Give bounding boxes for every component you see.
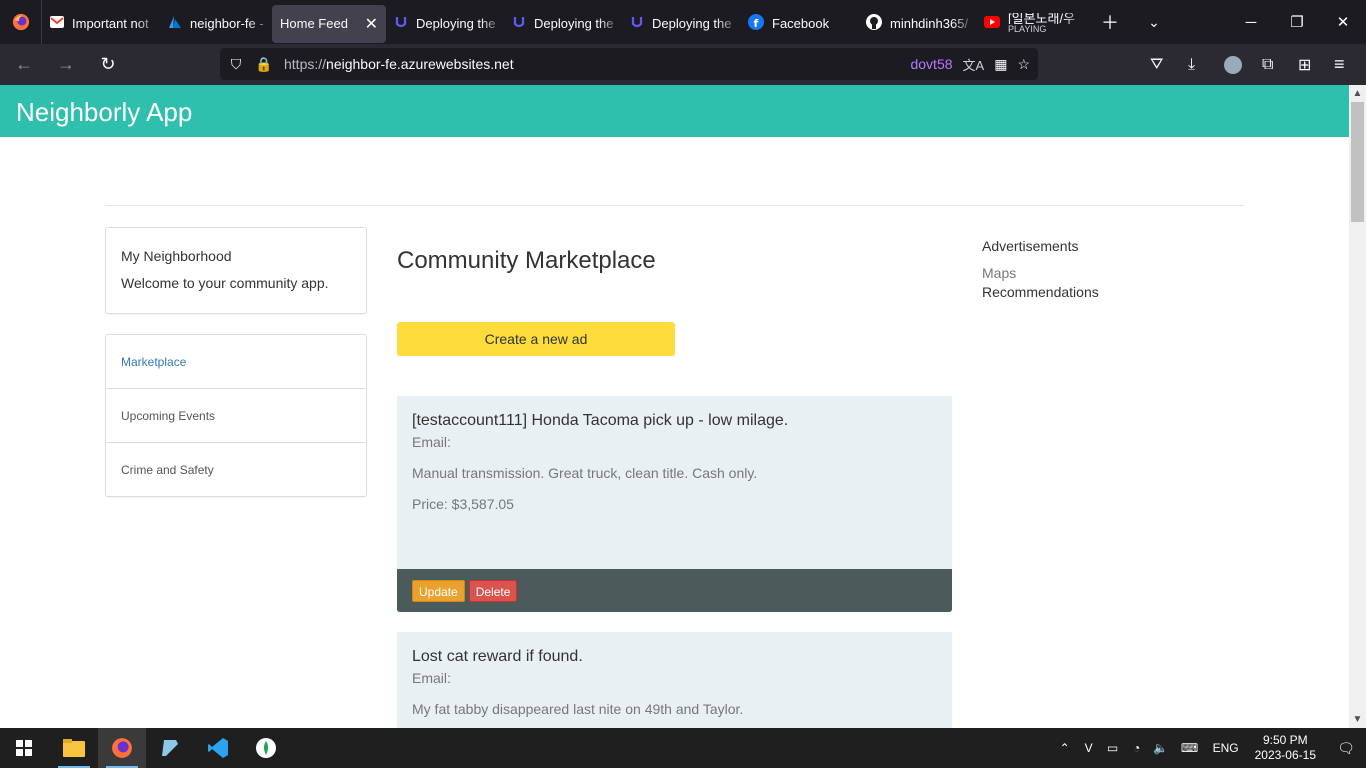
listing-title: Lost cat reward if found. [412, 648, 583, 665]
neighborhood-heading: My Neighborhood [121, 248, 232, 264]
browser-nav-bar: ← → ↻ ⛉ 🔒 https://neighbor-fe.azurewebsi… [0, 44, 1366, 85]
tab-label: Facebook [772, 16, 830, 31]
clock[interactable]: 9:50 PM 2023-06-15 [1255, 733, 1316, 763]
profile-label[interactable]: dovt58 [910, 56, 952, 72]
mongodb-compass-icon[interactable] [242, 728, 290, 768]
side-nav: Marketplace Upcoming Events Crime and Sa… [105, 334, 367, 497]
tab-github[interactable]: minhdinh365/ [858, 4, 976, 43]
welcome-panel: My Neighborhood Welcome to your communit… [105, 227, 367, 314]
udacity-icon [630, 15, 644, 32]
listing-price: Price: $3,587.05 [412, 496, 514, 512]
vpn-icon[interactable]: V [1077, 741, 1101, 755]
restore-icon[interactable]: ❐ [1274, 0, 1320, 44]
tab-udacity-1[interactable]: Deploying the [386, 4, 504, 43]
tab-udacity-3[interactable]: Deploying the [622, 4, 740, 43]
tab-udacity-2[interactable]: Deploying the [504, 4, 622, 43]
sidebar-item-marketplace[interactable]: Marketplace [106, 335, 366, 389]
tab-list-chevron-down-icon[interactable]: ⌄ [1132, 0, 1176, 44]
download-icon[interactable]: ⤓ [1188, 44, 1195, 85]
windows-taskbar: ⌃ V ▭ ◔ 🔈 ⌨ ENG 9:50 PM 2023-06-15 🗨 [0, 728, 1366, 768]
extensions-icon[interactable]: ⧉ [1262, 44, 1273, 85]
tab-youtube[interactable]: [일본노래/우 PLAYING [976, 4, 1088, 43]
svg-text:f: f [754, 17, 759, 30]
scroll-thumb[interactable] [1351, 102, 1364, 222]
ads-sidebar: Advertisements Maps Recommendations [982, 238, 1099, 300]
notepad-icon[interactable] [146, 728, 194, 768]
tab-azure[interactable]: neighbor-fe - [160, 4, 272, 43]
url-bar[interactable]: ⛉ 🔒 https://neighbor-fe.azurewebsites.ne… [220, 48, 1038, 80]
lock-icon[interactable]: 🔒 [250, 56, 278, 73]
listing-title: [testaccount111] Honda Tacoma pick up - … [412, 412, 789, 429]
hamburger-menu-icon[interactable]: ≡ [1334, 44, 1345, 85]
facebook-icon: f [748, 14, 764, 33]
volume-icon[interactable]: 🔈 [1149, 741, 1173, 755]
back-arrow-icon[interactable]: ← [6, 49, 42, 81]
bookmark-star-icon[interactable]: ☆ [1017, 56, 1030, 73]
listing-footer: Update Delete [397, 569, 952, 612]
keyboard-icon[interactable]: ⌨ [1173, 741, 1207, 755]
recommendations-link[interactable]: Recommendations [982, 284, 1099, 300]
chevron-up-icon[interactable]: ⌃ [1053, 741, 1077, 755]
url-text[interactable]: https://neighbor-fe.azurewebsites.net [284, 56, 514, 72]
apps-grid-icon[interactable]: ⊞ [1298, 44, 1311, 85]
firefox-menu-icon[interactable] [0, 0, 42, 44]
udacity-icon [512, 15, 526, 32]
tab-facebook[interactable]: f Facebook [740, 5, 858, 43]
tracking-shield-icon[interactable]: ⛉ [222, 56, 250, 73]
scroll-up-arrow-icon[interactable]: ▲ [1349, 85, 1366, 102]
listing-email: Email: [412, 434, 451, 450]
wifi-icon[interactable]: ◔ [1125, 741, 1149, 755]
delete-button[interactable]: Delete [468, 580, 518, 602]
account-avatar[interactable] [1224, 44, 1242, 85]
create-ad-button[interactable]: Create a new ad [397, 322, 675, 356]
vscode-icon[interactable] [194, 728, 242, 768]
clock-time: 9:50 PM [1262, 733, 1308, 747]
notification-icon[interactable]: 🗨 [1326, 740, 1366, 757]
tab-gmail[interactable]: Important not [42, 4, 160, 43]
qr-code-icon[interactable]: ▦ [994, 56, 1007, 73]
page-scrollbar[interactable]: ▲ ▼ [1349, 85, 1366, 728]
welcome-text: Welcome to your community app. [121, 275, 329, 291]
pocket-icon[interactable]: ⛛ [1150, 44, 1163, 85]
tab-home-feed[interactable]: Home Feed ✕ [272, 4, 386, 43]
page-title: Community Marketplace [397, 247, 656, 274]
tab-label: Home Feed [280, 16, 348, 31]
listing-email: Email: [412, 670, 451, 686]
clock-date: 2023-06-15 [1254, 748, 1316, 762]
app-title[interactable]: Neighborly App [16, 97, 192, 127]
youtube-icon [984, 16, 1000, 31]
minimize-icon[interactable]: ─ [1228, 0, 1274, 44]
update-button[interactable]: Update [412, 580, 465, 602]
listing-card: Lost cat reward if found. Email: My fat … [397, 632, 952, 728]
close-icon[interactable]: ✕ [365, 14, 378, 34]
system-tray: ⌃ V ▭ ◔ 🔈 ⌨ ENG 9:50 PM 2023-06-15 🗨 [1053, 728, 1366, 768]
web-page: Neighborly App My Neighborhood Welcome t… [0, 85, 1349, 728]
translate-icon[interactable]: 文A [963, 55, 985, 74]
firefox-taskbar-icon[interactable] [98, 728, 146, 768]
battery-icon[interactable]: ▭ [1101, 741, 1125, 755]
browser-tab-strip: Important not neighbor-fe - Home Feed ✕ … [0, 0, 1366, 44]
gmail-icon [50, 16, 64, 31]
scroll-down-arrow-icon[interactable]: ▼ [1349, 711, 1366, 728]
app-header: Neighborly App [0, 85, 1349, 137]
maps-link[interactable]: Maps [982, 265, 1099, 281]
windows-start-icon[interactable] [0, 728, 48, 768]
language-indicator[interactable]: ENG [1213, 741, 1239, 755]
main-content: Community Marketplace Create a new ad [t… [397, 227, 952, 728]
window-close-icon[interactable]: ✕ [1320, 0, 1366, 44]
github-icon [866, 14, 882, 33]
forward-arrow-icon[interactable]: → [48, 49, 84, 81]
listing-description: My fat tabby disappeared last nite on 49… [412, 701, 744, 717]
new-tab-icon[interactable]: ＋ [1088, 0, 1132, 44]
listing-card: [testaccount111] Honda Tacoma pick up - … [397, 396, 952, 612]
listing-description: Manual transmission. Great truck, clean … [412, 465, 758, 481]
sidebar-item-crime-and-safety[interactable]: Crime and Safety [106, 443, 366, 497]
file-explorer-icon[interactable] [50, 728, 98, 768]
reload-icon[interactable]: ↻ [90, 49, 126, 81]
divider [105, 205, 1245, 206]
ads-heading: Advertisements [982, 238, 1079, 254]
azure-icon [168, 15, 182, 32]
sidebar-item-upcoming-events[interactable]: Upcoming Events [106, 389, 366, 443]
udacity-icon [394, 15, 408, 32]
